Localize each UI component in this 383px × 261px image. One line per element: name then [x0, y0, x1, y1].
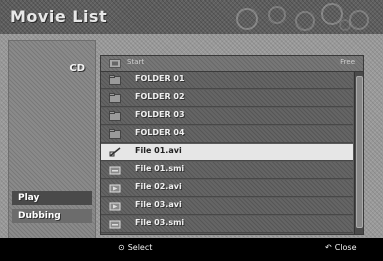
list-item-label: File 02.avi — [135, 182, 182, 191]
select-hint: ⊙ Select — [118, 243, 152, 252]
list-header: Start Free — [101, 56, 363, 72]
scrollbar-thumb[interactable] — [356, 76, 363, 228]
list-item-label: File 03.avi — [135, 200, 182, 209]
list-item[interactable]: FOLDER 01 — [101, 72, 353, 89]
close-hint-label: Close — [334, 243, 357, 252]
disc-icon — [109, 59, 121, 68]
movie-file-icon — [109, 202, 121, 211]
page-title: Movie List — [10, 7, 108, 26]
folder-icon — [109, 111, 121, 121]
movie-list-screen: Movie List CD Play Dubbing Start Free FO… — [0, 0, 383, 261]
dubbing-button[interactable]: Dubbing — [12, 209, 92, 223]
subtitle-file-icon — [109, 166, 121, 175]
folder-icon — [109, 129, 121, 139]
enter-icon: ⊙ — [118, 243, 125, 252]
list-item-label: File 01.smi — [135, 164, 185, 173]
left-panel: CD Play Dubbing — [8, 40, 96, 242]
list-item[interactable]: FOLDER 03 — [101, 108, 353, 125]
footer-bar: ⊙ Select ↶ Close — [0, 238, 383, 261]
list-item[interactable]: File 01.smi — [101, 162, 353, 179]
movie-file-icon — [109, 147, 121, 157]
list-item[interactable]: FOLDER 04 — [101, 126, 353, 143]
decorative-circles-icon — [236, 3, 369, 31]
list-item-label: FOLDER 01 — [135, 74, 185, 83]
list-item-label: File 03.smi — [135, 218, 185, 227]
list-item[interactable]: File 03.avi — [101, 198, 353, 215]
list-item-label: FOLDER 04 — [135, 128, 185, 137]
select-hint-label: Select — [127, 243, 153, 252]
media-source-label: CD — [69, 63, 85, 74]
list-item-label: FOLDER 03 — [135, 110, 185, 119]
list-item[interactable]: File 03.smi — [101, 216, 353, 233]
file-rows: FOLDER 01 FOLDER 02 FOLDER 03 FOLDER 04 … — [101, 72, 353, 234]
list-item-label: File 01.avi — [135, 146, 182, 155]
list-item-label: FOLDER 02 — [135, 92, 185, 101]
play-button[interactable]: Play — [12, 191, 92, 205]
subtitle-file-icon — [109, 220, 121, 229]
return-icon: ↶ — [325, 243, 332, 252]
list-item[interactable]: FOLDER 02 — [101, 90, 353, 107]
list-item-selected[interactable]: File 01.avi — [101, 144, 353, 161]
folder-icon — [109, 75, 121, 85]
free-space-label: Free — [340, 58, 355, 66]
start-label: Start — [127, 58, 145, 66]
movie-file-icon — [109, 184, 121, 193]
title-bar: Movie List — [0, 0, 383, 34]
list-item[interactable]: File 02.avi — [101, 180, 353, 197]
file-list: Start Free FOLDER 01 FOLDER 02 FOLDER 03… — [100, 55, 364, 235]
close-hint[interactable]: ↶ Close — [325, 243, 357, 252]
folder-icon — [109, 93, 121, 103]
scrollbar[interactable] — [354, 72, 363, 234]
